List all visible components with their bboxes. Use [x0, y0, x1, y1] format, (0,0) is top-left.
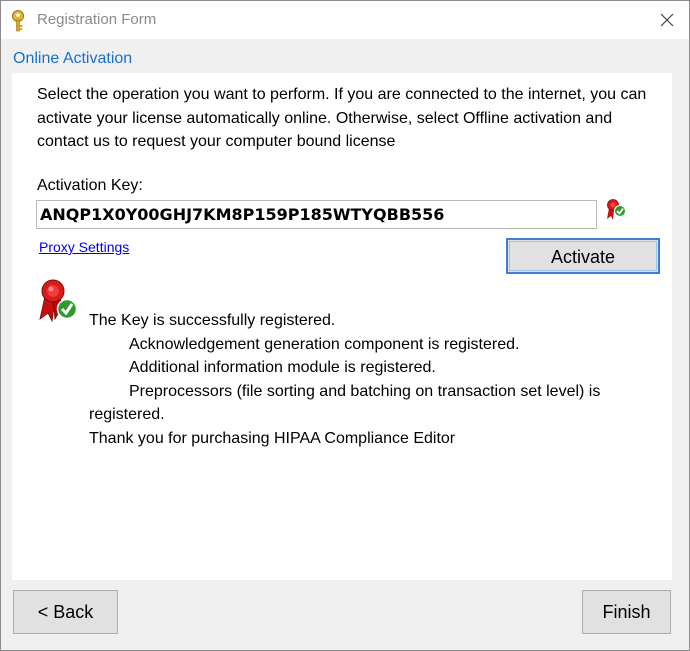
- result-line-info: Additional information module is registe…: [129, 359, 436, 377]
- success-ribbon-icon: [39, 279, 81, 325]
- activation-key-input[interactable]: [36, 200, 597, 229]
- finish-button[interactable]: Finish: [582, 590, 671, 634]
- close-button[interactable]: [645, 1, 689, 39]
- result-line-thanks: Thank you for purchasing HIPAA Complianc…: [89, 429, 456, 447]
- activation-key-label: Activation Key:: [37, 177, 143, 194]
- section-header: Online Activation: [13, 50, 133, 67]
- proxy-settings-link[interactable]: Proxy Settings: [39, 239, 129, 255]
- title-bar: Registration Form: [1, 1, 689, 39]
- content-panel: Select the operation you want to perform…: [12, 73, 672, 580]
- result-line-ack: Acknowledgement generation component is …: [129, 335, 520, 353]
- window-title: Registration Form: [37, 11, 157, 28]
- result-line-preprocessors: Preprocessors (file sorting and batching…: [89, 382, 601, 424]
- instructions-text: Select the operation you want to perform…: [37, 86, 647, 150]
- registration-window: Registration Form Online Activation Sele…: [0, 0, 690, 651]
- close-icon: [660, 13, 674, 27]
- back-button[interactable]: < Back: [13, 590, 118, 634]
- activate-button-label: Activate: [550, 246, 616, 267]
- result-line-success: The Key is successfully registered.: [89, 312, 336, 329]
- activate-button[interactable]: Activate: [506, 238, 660, 274]
- registered-ribbon-icon: [607, 199, 627, 223]
- key-icon: [11, 10, 27, 32]
- registration-result: The Key is successfully registered. Ackn…: [89, 309, 649, 451]
